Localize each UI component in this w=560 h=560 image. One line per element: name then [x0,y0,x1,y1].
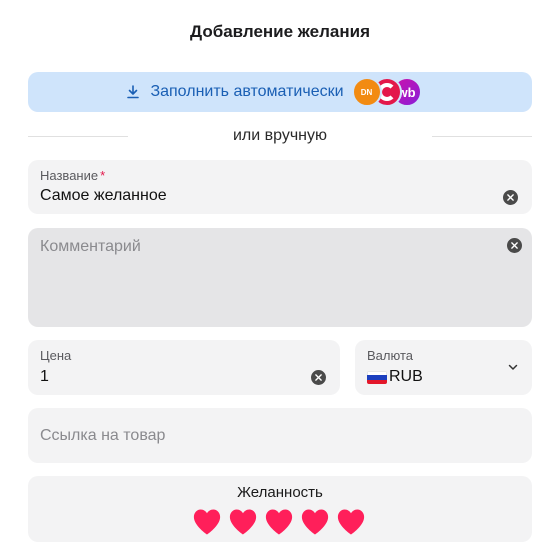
currency-select[interactable]: Валюта RUB [355,340,532,395]
heart-icon[interactable] [300,508,330,536]
clear-comment-icon[interactable] [507,238,522,253]
desire-rating: Желанность [28,476,532,542]
heart-icon[interactable] [192,508,222,536]
autofill-label: Заполнить автоматически [150,83,344,100]
heart-icon[interactable] [336,508,366,536]
link-field[interactable]: Ссылка на товар [28,408,532,463]
link-input[interactable]: Ссылка на товар [40,427,165,445]
download-icon [127,85,140,99]
autofill-button[interactable]: Заполнить автоматически DN wb [28,72,532,112]
price-label: Цена [40,348,72,363]
heart-icon[interactable] [264,508,294,536]
name-input[interactable]: Самое желанное [40,187,167,205]
clear-name-icon[interactable] [503,190,518,205]
marketplace-logos: DN wb [351,77,422,107]
comment-input[interactable]: Комментарий [40,238,141,256]
clear-price-icon[interactable] [311,370,326,385]
heart-icon[interactable] [228,508,258,536]
required-mark: * [100,168,106,183]
comment-field[interactable]: Комментарий [28,228,532,327]
heart-rating [192,508,366,536]
price-field[interactable]: Цена 1 [28,340,340,395]
chevron-down-icon[interactable] [508,362,518,372]
or-divider: или вручную [28,126,532,146]
name-field[interactable]: Название * Самое желанное [28,160,532,214]
price-input[interactable]: 1 [40,368,49,386]
ru-flag-icon [367,371,387,384]
dns-logo: DN [351,77,382,107]
name-label: Название * [40,168,106,183]
page-title: Добавление желания [190,22,370,41]
desire-label: Желанность [237,484,323,501]
currency-label: Валюта [367,348,413,363]
currency-value: RUB [389,368,423,385]
